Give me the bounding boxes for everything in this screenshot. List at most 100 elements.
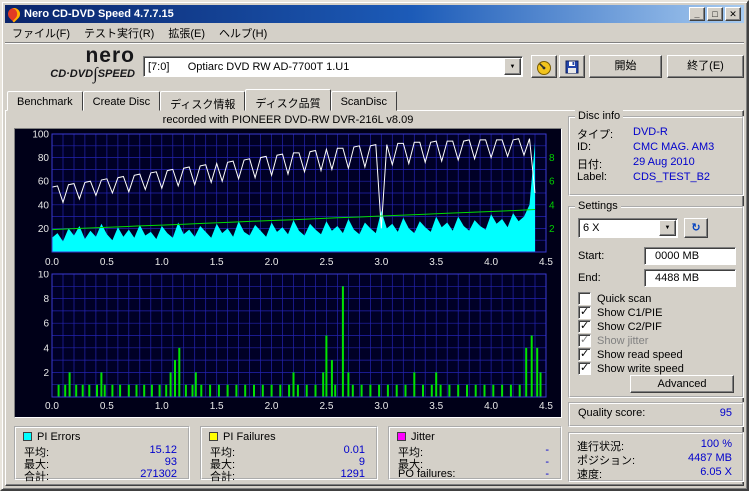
nero-app-icon xyxy=(5,5,23,23)
disc-date-value: 29 Aug 2010 xyxy=(633,156,695,168)
toolbar: nero CD·DVD∫SPEED [7:0] Optiarc DVD RW A… xyxy=(5,42,744,90)
yellow-legend-icon xyxy=(209,432,218,441)
disc-id-label: ID: xyxy=(577,141,592,153)
advanced-button[interactable]: Advanced xyxy=(630,375,734,393)
start-field[interactable]: 0000 MB xyxy=(644,247,736,265)
quality-score-label: Quality score: xyxy=(578,407,646,419)
disc-type-value: DVD-R xyxy=(633,126,668,138)
refresh-button[interactable]: ↻ xyxy=(684,218,708,238)
save-button[interactable] xyxy=(559,55,585,78)
nero-logo: nero CD·DVD∫SPEED xyxy=(9,45,135,89)
drive-selector[interactable]: [7:0] Optiarc DVD RW AD-7700T 1.U1 ▼ xyxy=(143,56,523,77)
svg-text:4: 4 xyxy=(549,200,555,211)
quality-score-panel: Quality score: 95 xyxy=(568,402,744,427)
svg-text:8: 8 xyxy=(43,294,49,305)
gauge-icon xyxy=(537,60,551,75)
svg-text:2: 2 xyxy=(43,368,49,379)
svg-text:2: 2 xyxy=(549,224,555,235)
disc-date-label: 日付: xyxy=(577,159,603,171)
start-button[interactable]: 開始 xyxy=(589,55,662,78)
title-bar: Nero CD-DVD Speed 4.7.7.15 _ □ ✕ xyxy=(5,5,744,23)
svg-text:60: 60 xyxy=(38,177,50,188)
window-title: Nero CD-DVD Speed 4.7.7.15 xyxy=(24,8,174,20)
minimize-button[interactable]: _ xyxy=(689,7,705,21)
svg-text:4.0: 4.0 xyxy=(484,401,498,412)
close-button[interactable]: ✕ xyxy=(725,7,741,21)
checkbox-show-write-speed[interactable]: Show write speed xyxy=(578,361,736,376)
pi-failures-panel: PI Failures 平均: 0.01 最大: 9 合計: 1291 xyxy=(200,426,378,483)
progress-value: 100 % xyxy=(700,438,732,450)
tab-disc-info[interactable]: ディスク情報 xyxy=(160,91,246,111)
menu-bar: ファイル(F) テスト実行(R) 拡張(E) ヘルプ(H) xyxy=(5,23,744,42)
speed-label: 速度: xyxy=(577,469,603,481)
end-field-label: End: xyxy=(578,272,601,284)
checkbox-box xyxy=(578,319,591,333)
svg-text:20: 20 xyxy=(38,224,50,235)
svg-text:80: 80 xyxy=(38,153,50,164)
menu-help[interactable]: ヘルプ(H) xyxy=(212,22,274,44)
checkbox-quick-scan[interactable]: Quick scan xyxy=(578,292,736,306)
cddvd-speed-text: CD·DVD∫SPEED xyxy=(50,64,135,83)
pi-failures-title: PI Failures xyxy=(209,431,276,443)
speed-test-button[interactable] xyxy=(531,55,557,78)
exit-button[interactable]: 終了(E) xyxy=(667,55,744,78)
svg-text:3.5: 3.5 xyxy=(429,401,443,412)
disc-info-title: Disc info xyxy=(575,110,624,122)
svg-text:4.5: 4.5 xyxy=(539,401,553,412)
svg-text:2.5: 2.5 xyxy=(319,257,333,268)
pif-chart: 10 8 6 4 2 0.0 0.5 1.0 1.5 2.0 2.5 3.0 3.5 4.0 4.5 xyxy=(38,271,554,412)
tab-disc-quality[interactable]: ディスク品質 xyxy=(245,89,331,111)
checkbox-box xyxy=(578,333,591,347)
maximize-button[interactable]: □ xyxy=(707,7,723,21)
checkbox-show-read-speed[interactable]: Show read speed xyxy=(578,347,736,362)
pi-errors-panel: PI Errors 平均: 15.12 最大: 93 合計: 271302 xyxy=(14,426,190,483)
checkbox-box xyxy=(578,347,591,361)
end-field[interactable]: 4488 MB xyxy=(644,269,736,287)
tab-bar: Benchmark Create Disc ディスク情報 ディスク品質 Scan… xyxy=(7,89,398,111)
svg-text:100: 100 xyxy=(32,130,49,141)
svg-text:10: 10 xyxy=(38,271,50,281)
drive-selector-value: [7:0] Optiarc DVD RW AD-7700T 1.U1 xyxy=(148,60,350,73)
checkbox-box xyxy=(578,361,591,375)
chevron-down-icon[interactable]: ▼ xyxy=(659,220,676,236)
svg-text:1.5: 1.5 xyxy=(210,401,224,412)
jitter-title: Jitter xyxy=(397,431,435,443)
checkbox-show-jitter: Show jitter xyxy=(578,333,736,348)
disc-type-label: タイプ: xyxy=(577,129,614,141)
tab-create-disc[interactable]: Create Disc xyxy=(82,91,161,111)
position-value: 4487 MB xyxy=(687,452,732,464)
settings-title: Settings xyxy=(575,200,621,212)
chevron-down-icon[interactable]: ▼ xyxy=(504,58,521,75)
disc-label-label: Label: xyxy=(577,171,607,183)
svg-text:4: 4 xyxy=(43,343,49,354)
disc-id-value: CMC MAG. AM3 xyxy=(633,141,715,153)
menu-run-test[interactable]: テスト実行(R) xyxy=(77,22,161,44)
progress-panel: 進行状況: 100 % ポジション: 4487 MB 速度: 6.05 X xyxy=(568,432,744,482)
disc-label-value: CDS_TEST_B2 xyxy=(633,171,711,183)
svg-text:0.5: 0.5 xyxy=(100,401,114,412)
svg-text:8: 8 xyxy=(549,153,555,164)
svg-text:40: 40 xyxy=(38,200,50,211)
checkbox-show-c2-pif[interactable]: Show C2/PIF xyxy=(578,319,736,334)
jitter-panel: Jitter 平均: - 最大: - PO failures: - xyxy=(388,426,562,480)
tab-scandisc[interactable]: ScanDisc xyxy=(330,91,398,111)
svg-text:3.0: 3.0 xyxy=(374,401,388,412)
menu-file[interactable]: ファイル(F) xyxy=(5,22,77,44)
start-field-label: Start: xyxy=(578,250,605,262)
svg-text:2.5: 2.5 xyxy=(319,401,333,412)
app-window: Nero CD-DVD Speed 4.7.7.15 _ □ ✕ ファイル(F)… xyxy=(0,0,749,491)
menu-extra[interactable]: 拡張(E) xyxy=(161,22,212,44)
checkbox-show-c1-pie[interactable]: Show C1/PIE xyxy=(578,305,736,320)
svg-text:3.0: 3.0 xyxy=(374,257,388,268)
svg-text:0.5: 0.5 xyxy=(100,257,114,268)
scan-speed-select[interactable]: 6 X ▼ xyxy=(578,218,678,238)
svg-text:6: 6 xyxy=(43,319,49,330)
tab-benchmark[interactable]: Benchmark xyxy=(7,91,83,111)
svg-text:4.5: 4.5 xyxy=(539,257,553,268)
quality-graph: 100 80 60 40 20 8 6 4 2 0.0 0.5 1.0 1.5 2.0 2.5 3.0 3.5 4… xyxy=(14,128,562,418)
disc-info-panel: Disc info タイプ: DVD-R ID: CMC MAG. AM3 日付: 2… xyxy=(568,110,744,196)
svg-text:3.5: 3.5 xyxy=(429,257,443,268)
pi-errors-title: PI Errors xyxy=(23,431,80,443)
svg-text:6: 6 xyxy=(549,177,555,188)
quality-score-value: 95 xyxy=(719,407,732,419)
